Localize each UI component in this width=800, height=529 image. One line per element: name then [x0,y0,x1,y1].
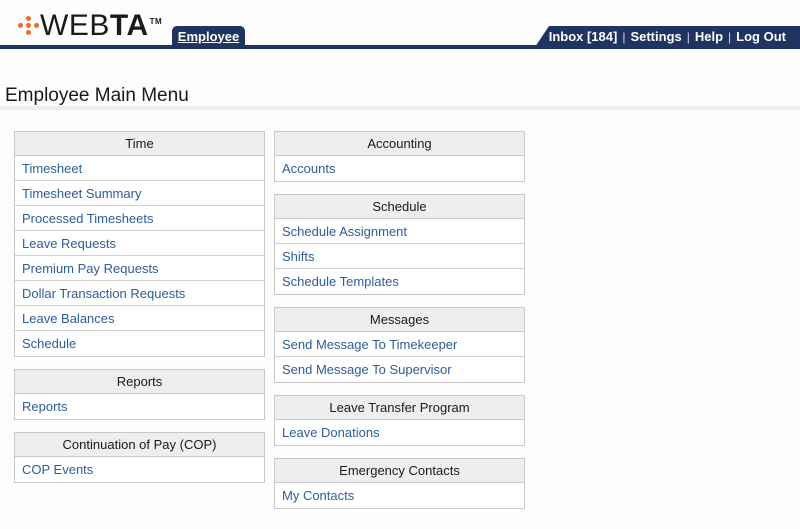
menu-section-leave-transfer-program: Leave Transfer Program Leave Donations [274,395,525,446]
menu-link-send-message-to-supervisor[interactable]: Send Message To Supervisor [275,357,524,382]
logo-plus-icon [18,16,39,42]
menu-section-schedule: Schedule Schedule Assignment Shifts Schedul… [274,194,525,295]
menu-link-processed-timesheets[interactable]: Processed Timesheets [15,206,264,231]
help-link[interactable]: Help [695,29,723,44]
menu-link-shifts[interactable]: Shifts [275,244,524,269]
nav-separator: | [622,29,626,44]
menu-section-title: Schedule [275,195,524,219]
logo-text-bold: TA [109,8,149,42]
menu-link-leave-requests[interactable]: Leave Requests [15,231,264,256]
menu-section-title: Time [15,132,264,156]
menu-column-left: Time Timesheet Timesheet Summary Processed … [14,131,265,495]
menu-link-premium-pay-requests[interactable]: Premium Pay Requests [15,256,264,281]
nav-separator: | [728,29,732,44]
menu-section-reports: Reports Reports [14,369,265,420]
menu-link-leave-donations[interactable]: Leave Donations [275,420,524,445]
menu-link-my-contacts[interactable]: My Contacts [275,483,524,508]
title-divider [0,106,800,110]
menu-link-schedule-assignment[interactable]: Schedule Assignment [275,219,524,244]
menu-link-schedule[interactable]: Schedule [15,331,264,356]
logo-text: WEBTATM [40,8,163,48]
tab-employee[interactable]: Employee [172,26,245,46]
logo-trademark: TM [149,16,163,26]
logo-text-light: WEB [40,8,110,42]
webta-logo[interactable]: WEBTATM [18,10,162,44]
menu-section-messages: Messages Send Message To Timekeeper Send M… [274,307,525,383]
menu-link-schedule-templates[interactable]: Schedule Templates [275,269,524,294]
menu-link-cop-events[interactable]: COP Events [15,457,264,482]
menu-link-send-message-to-timekeeper[interactable]: Send Message To Timekeeper [275,332,524,357]
menu-link-timesheet[interactable]: Timesheet [15,156,264,181]
settings-link[interactable]: Settings [630,29,681,44]
menu-link-leave-balances[interactable]: Leave Balances [15,306,264,331]
nav-separator: | [686,29,690,44]
app-header: WEBTATM Employee Inbox [184] | Settings … [0,0,800,50]
menu-section-time: Time Timesheet Timesheet Summary Processed … [14,131,265,357]
menu-section-accounting: Accounting Accounts [274,131,525,182]
menu-section-title: Reports [15,370,264,394]
menu-section-continuation-of-pay-cop: Continuation of Pay (COP) COP Events [14,432,265,483]
menu-section-title: Leave Transfer Program [275,396,524,420]
menu-section-title: Accounting [275,132,524,156]
menu-link-reports[interactable]: Reports [15,394,264,419]
menu-section-title: Messages [275,308,524,332]
menu-link-accounts[interactable]: Accounts [275,156,524,181]
menu-section-title: Continuation of Pay (COP) [15,433,264,457]
header-divider [0,45,800,49]
menu-link-timesheet-summary[interactable]: Timesheet Summary [15,181,264,206]
inbox-link[interactable]: Inbox [184] [549,29,618,44]
menu-section-title: Emergency Contacts [275,459,524,483]
menu-section-emergency-contacts: Emergency Contacts My Contacts [274,458,525,509]
logout-link[interactable]: Log Out [736,29,786,44]
page-title: Employee Main Menu [5,85,189,106]
menu-column-right: Accounting Accounts Schedule Schedule Assig… [274,131,525,521]
menu-link-dollar-transaction-requests[interactable]: Dollar Transaction Requests [15,281,264,306]
user-nav: Inbox [184] | Settings | Help | Log Out [535,26,800,47]
